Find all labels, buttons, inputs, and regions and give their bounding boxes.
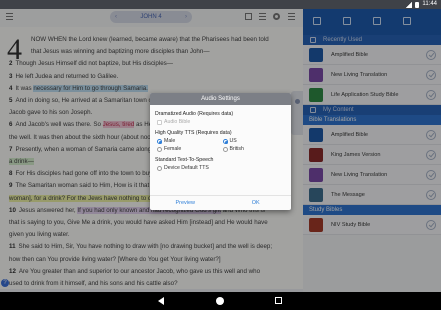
- home-icon[interactable]: [216, 297, 224, 305]
- battery-icon: [415, 1, 420, 8]
- status-bar: 11:44: [0, 0, 441, 9]
- audio-bible-checkbox: [157, 120, 162, 125]
- clock: 11:44: [422, 1, 437, 7]
- device-default-option[interactable]: Device Default TTS: [155, 164, 286, 172]
- female-radio[interactable]: [157, 147, 162, 152]
- female-option[interactable]: Female: [155, 145, 221, 153]
- device-default-radio[interactable]: [157, 166, 162, 171]
- us-option[interactable]: US: [221, 137, 287, 145]
- british-label: British: [229, 146, 244, 152]
- british-option[interactable]: British: [221, 145, 287, 153]
- us-radio[interactable]: [222, 139, 228, 144]
- voice-row-1: Male US: [155, 137, 286, 145]
- male-option[interactable]: Male: [155, 137, 221, 145]
- signal-icon: [406, 1, 413, 8]
- device-default-label: Device Default TTS: [164, 165, 209, 171]
- ok-button[interactable]: OK: [221, 196, 292, 210]
- back-icon[interactable]: [158, 297, 164, 305]
- navigation-bar: [0, 292, 441, 310]
- male-radio[interactable]: [157, 139, 162, 144]
- us-label: US: [229, 138, 237, 144]
- dialog-title: Audio Settings: [150, 93, 291, 105]
- female-label: Female: [164, 146, 182, 152]
- status-icons: 11:44: [406, 1, 437, 8]
- audio-settings-dialog: Audio Settings Dramatized Audio (Require…: [150, 93, 291, 210]
- audio-bible-label: Audio Bible: [164, 119, 191, 125]
- hq-tts-label: High Quality TTS (Requires data): [155, 130, 232, 136]
- recent-apps-icon[interactable]: [275, 297, 282, 304]
- british-radio[interactable]: [222, 147, 228, 152]
- dramatized-audio-label: Dramatized Audio (Requires data): [155, 111, 234, 117]
- dialog-body: Dramatized Audio (Requires data) Audio B…: [150, 105, 291, 172]
- voice-row-2: Female British: [155, 145, 286, 153]
- dialog-actions: Preview OK: [150, 195, 291, 210]
- audio-bible-option: Audio Bible: [155, 118, 286, 126]
- app-screen: 11:44 ‹ JOHN 4 › 4 NOW WHEN the Lord kne…: [0, 0, 441, 310]
- preview-button[interactable]: Preview: [150, 196, 221, 210]
- male-label: Male: [164, 138, 176, 144]
- standard-tts-label: Standard Text-To-Speech: [155, 157, 214, 163]
